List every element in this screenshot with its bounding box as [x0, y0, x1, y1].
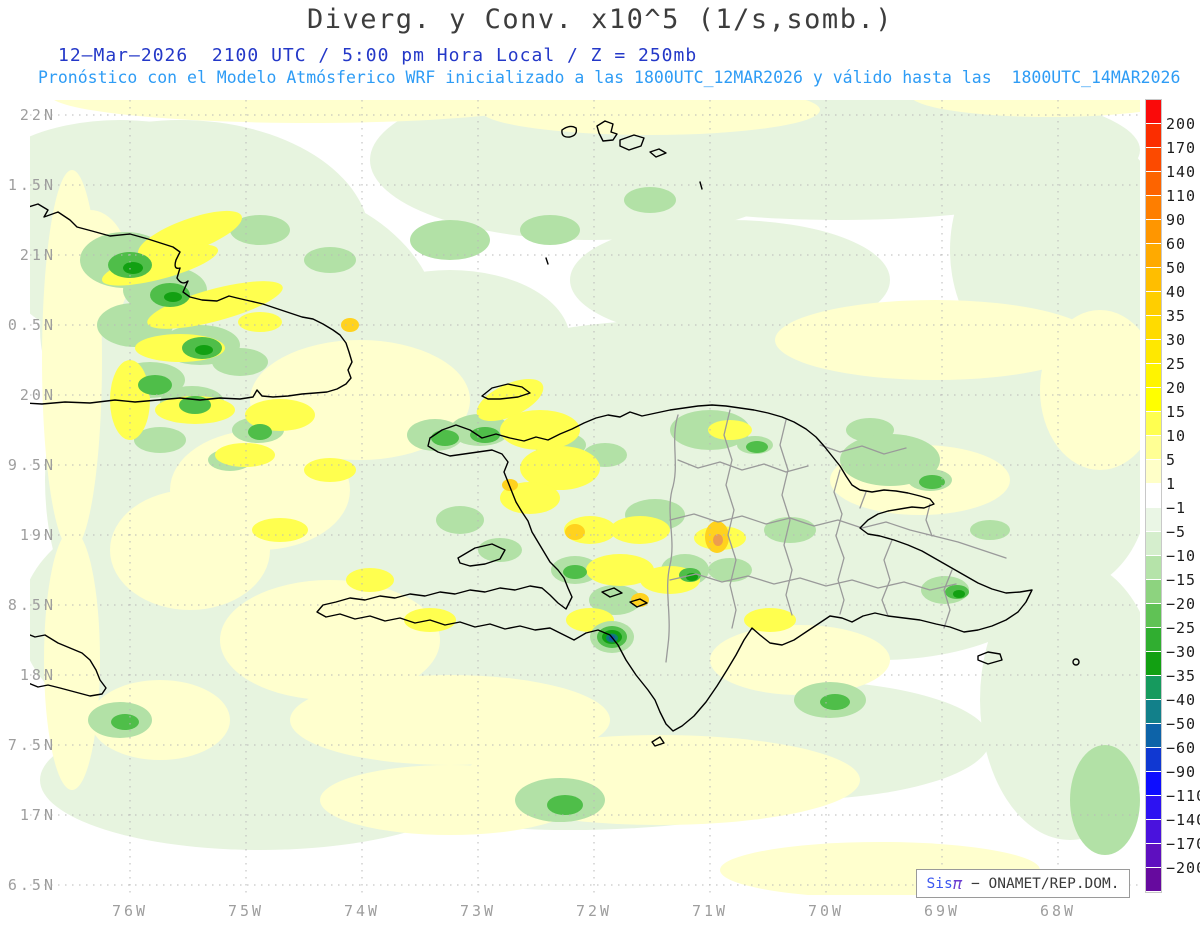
attribution-box: Sis π − ONAMET/REP.DOM.: [916, 869, 1130, 898]
lat-tick-label: 6.5N: [7, 876, 56, 894]
colorbar-tick-label: −200: [1166, 859, 1200, 877]
lon-tick-label: 69W: [923, 902, 961, 920]
colorbar-segment: [1146, 460, 1161, 484]
lon-tick-label: 70W: [807, 902, 845, 920]
colorbar-segment: [1146, 316, 1161, 340]
colorbar-segment: [1146, 604, 1161, 628]
colorbar-segment: [1146, 148, 1161, 172]
colorbar-segment: [1146, 820, 1161, 844]
attribution-org: − ONAMET/REP.DOM.: [962, 875, 1120, 892]
lat-tick-label: 7.5N: [7, 736, 56, 754]
colorbar-tick-label: 60: [1166, 235, 1187, 253]
colorbar: [1145, 99, 1162, 893]
colorbar-segment: [1146, 172, 1161, 196]
colorbar-tick-label: −50: [1166, 715, 1197, 733]
colorbar-tick-label: −170: [1166, 835, 1200, 853]
colorbar-tick-label: −20: [1166, 595, 1197, 613]
lat-tick-label: 19N: [19, 526, 56, 544]
colorbar-segment: [1146, 724, 1161, 748]
lat-tick-label: 22N: [19, 106, 56, 124]
page-title: Diverg. y Conv. x10^5 (1/s,somb.): [307, 4, 893, 35]
lat-tick-label: 17N: [19, 806, 56, 824]
colorbar-tick-label: −90: [1166, 763, 1197, 781]
model-subtitle: Pronóstico con el Modelo Atmósferico WRF…: [38, 68, 1181, 87]
lon-tick-label: 74W: [343, 902, 381, 920]
colorbar-segment: [1146, 364, 1161, 388]
lon-tick-label: 71W: [691, 902, 729, 920]
colorbar-segment: [1146, 268, 1161, 292]
map-svg: [0, 67, 1190, 898]
colorbar-tick-label: −110: [1166, 787, 1200, 805]
colorbar-segment: [1146, 868, 1161, 892]
lon-tick-label: 68W: [1039, 902, 1077, 920]
colorbar-tick-label: 10: [1166, 427, 1187, 445]
colorbar-tick-label: −30: [1166, 643, 1197, 661]
colorbar-tick-label: −15: [1166, 571, 1197, 589]
lat-tick-label: 8.5N: [7, 596, 56, 614]
colorbar-segment: [1146, 436, 1161, 460]
lat-tick-label: 0.5N: [7, 316, 56, 334]
colorbar-tick-label: 90: [1166, 211, 1187, 229]
colorbar-segment: [1146, 196, 1161, 220]
colorbar-segment: [1146, 796, 1161, 820]
shaded-field: [0, 67, 1190, 898]
colorbar-tick-label: 170: [1166, 139, 1197, 157]
colorbar-tick-label: −25: [1166, 619, 1197, 637]
tiny-cay: [545, 257, 549, 265]
colorbar-tick-label: −10: [1166, 547, 1197, 565]
colorbar-segment: [1146, 244, 1161, 268]
colorbar-segment: [1146, 292, 1161, 316]
colorbar-segment: [1146, 772, 1161, 796]
colorbar-segment: [1146, 388, 1161, 412]
colorbar-tick-label: 110: [1166, 187, 1197, 205]
colorbar-segment: [1146, 580, 1161, 604]
colorbar-segment: [1146, 676, 1161, 700]
attribution-sis: Sis: [926, 875, 953, 892]
colorbar-segment: [1146, 652, 1161, 676]
colorbar-segment: [1146, 220, 1161, 244]
colorbar-segment: [1146, 556, 1161, 580]
colorbar-tick-label: −5: [1166, 523, 1187, 541]
map-canvas: [0, 67, 1190, 898]
colorbar-segment: [1146, 100, 1161, 124]
colorbar-segment: [1146, 508, 1161, 532]
colorbar-tick-label: 30: [1166, 331, 1187, 349]
colorbar-tick-label: −1: [1166, 499, 1187, 517]
pi-symbol: π: [952, 874, 963, 893]
lat-tick-label: 18N: [19, 666, 56, 684]
colorbar-segment: [1146, 532, 1161, 556]
colorbar-tick-label: 140: [1166, 163, 1197, 181]
colorbar-segment: [1146, 844, 1161, 868]
colorbar-segment: [1146, 124, 1161, 148]
colorbar-tick-label: 50: [1166, 259, 1187, 277]
colorbar-tick-label: 20: [1166, 379, 1187, 397]
lon-tick-label: 72W: [575, 902, 613, 920]
colorbar-tick-label: 5: [1166, 451, 1177, 469]
colorbar-tick-label: −40: [1166, 691, 1197, 709]
colorbar-segment: [1146, 628, 1161, 652]
weather-map-page: Diverg. y Conv. x10^5 (1/s,somb.) 12–Mar…: [0, 0, 1200, 927]
colorbar-segment: [1146, 340, 1161, 364]
lon-tick-label: 73W: [459, 902, 497, 920]
datetime-subtitle: 12–Mar–2026 2100 UTC / 5:00 pm Hora Loca…: [58, 45, 698, 66]
lon-tick-label: 75W: [227, 902, 265, 920]
lat-tick-label: 1.5N: [7, 176, 56, 194]
colorbar-segment: [1146, 484, 1161, 508]
colorbar-tick-label: −60: [1166, 739, 1197, 757]
lon-tick-label: 76W: [111, 902, 149, 920]
colorbar-tick-label: 200: [1166, 115, 1197, 133]
lat-tick-label: 21N: [19, 246, 56, 264]
colorbar-tick-label: 35: [1166, 307, 1187, 325]
colorbar-segment: [1146, 700, 1161, 724]
colorbar-tick-label: 15: [1166, 403, 1187, 421]
colorbar-tick-label: 40: [1166, 283, 1187, 301]
colorbar-tick-label: 25: [1166, 355, 1187, 373]
colorbar-segment: [1146, 412, 1161, 436]
colorbar-tick-label: 1: [1166, 475, 1177, 493]
colorbar-segment: [1146, 748, 1161, 772]
lat-tick-label: 20N: [19, 386, 56, 404]
colorbar-tick-label: −140: [1166, 811, 1200, 829]
lat-tick-label: 9.5N: [7, 456, 56, 474]
colorbar-tick-label: −35: [1166, 667, 1197, 685]
